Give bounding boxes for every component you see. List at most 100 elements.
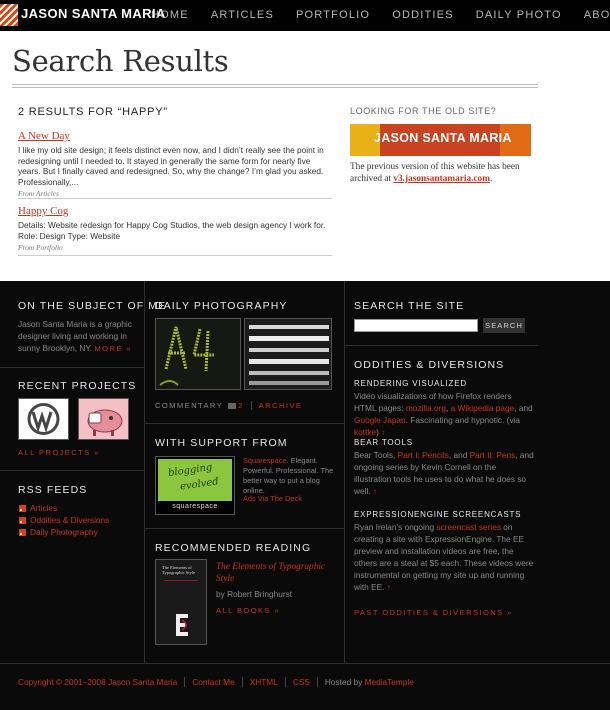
rss-item-articles[interactable]: Articles <box>19 502 109 514</box>
result-item: A New Day I like my old site design; it … <box>18 130 332 199</box>
xhtml-link[interactable]: XHTML <box>250 677 278 687</box>
nav-home[interactable]: HOME <box>151 0 189 31</box>
section-divider <box>0 367 144 368</box>
bottom-divider <box>0 663 610 664</box>
section-divider <box>0 470 144 471</box>
oddity-title: BEAR TOOLS <box>354 438 413 447</box>
rss-icon <box>19 504 26 512</box>
about-text: Jason Santa Maria is a graphic designer … <box>18 318 136 355</box>
result-item: Happy Cog Details: Website redesign for … <box>18 205 332 256</box>
old-site-link[interactable]: v3.jasonsantamaria.com <box>393 174 490 184</box>
all-projects-link[interactable]: ALL PROJECTS » <box>18 448 100 457</box>
section-divider <box>145 528 344 529</box>
chalk-numbers-photo <box>156 319 240 389</box>
nav-oddities[interactable]: ODDITIES <box>392 0 454 31</box>
hosted-label: Hosted by <box>324 677 363 687</box>
rss-icon <box>19 516 26 524</box>
project-thumb-pig[interactable] <box>78 398 129 440</box>
bottom-separator <box>316 677 318 687</box>
nav-portfolio[interactable]: PORTFOLIO <box>296 0 370 31</box>
site-search-input[interactable] <box>354 319 478 332</box>
copyright-name-link[interactable]: Jason Santa Maria <box>108 677 177 687</box>
old-site-text-after: . <box>489 174 493 184</box>
oddity-link-pens[interactable]: Part II: Pens <box>470 450 516 460</box>
section-divider <box>145 423 344 424</box>
copyright: Copyright © 2001–2008 <box>18 677 106 687</box>
rss-item-oddities[interactable]: Oddities & Diversions <box>19 514 109 526</box>
book-cover[interactable]: The Elements of Typographic Style <box>155 559 207 645</box>
bottom-separator <box>241 677 243 687</box>
book-cover-title: The Elements of Typographic Style <box>162 565 196 575</box>
nav-about[interactable]: ABOUT <box>584 0 610 31</box>
metal-bars-photo <box>245 319 331 389</box>
wordpress-logo-icon <box>19 399 68 439</box>
page-title: Search Results <box>12 44 229 78</box>
oddity-link-screencast[interactable]: screencast series <box>436 522 501 532</box>
about-more-link[interactable]: MORE » <box>94 344 132 353</box>
section-divider <box>345 345 538 346</box>
sponsor-link[interactable]: Squarespace <box>243 456 287 465</box>
oddity-link-google-japan[interactable]: Google Japan <box>354 415 406 425</box>
rss-list: Articles Oddities & Diversions Daily Pho… <box>19 502 109 538</box>
daily-photo-2[interactable] <box>244 318 332 390</box>
permalink-arrow-icon[interactable]: ↑ <box>381 427 385 437</box>
host-link[interactable]: MediaTemple <box>365 677 414 687</box>
permalink-arrow-icon[interactable]: ↑ <box>373 486 377 496</box>
search-heading: SEARCH THE SITE <box>354 300 465 312</box>
reading-heading: RECOMMENDED READING <box>155 542 312 554</box>
about-heading: ON THE SUBJECT OF ME <box>18 300 167 312</box>
oddity-text: Video visualizations of how Firefox rend… <box>354 390 534 438</box>
oddity-text-part: . Fascinating and hypnotic. (via <box>405 415 521 425</box>
result-excerpt: Details: Website redesign for Happy Cog … <box>18 220 326 241</box>
result-title-link[interactable]: A New Day <box>18 130 332 142</box>
old-site-banner-text: JASON SANTA MARIA <box>374 131 512 145</box>
search-results: 2 RESULTS FOR “HAPPY” A New Day I like m… <box>18 106 332 256</box>
oddities-heading: ODDITIES & DIVERSIONS <box>354 359 505 371</box>
old-site-heading: LOOKING FOR THE OLD SITE? <box>350 106 497 116</box>
oddity-text-part: Ryan Irelan’s ongoing <box>354 522 437 532</box>
pig-illustration-icon <box>79 399 128 439</box>
sponsor-thumb-text-2: evolved <box>179 476 220 493</box>
oddity-text-part: Bear Tools, <box>354 450 398 460</box>
nav-articles[interactable]: ARTICLES <box>211 0 274 31</box>
project-thumb-wordpress[interactable] <box>18 398 69 440</box>
result-title-link[interactable]: Happy Cog <box>18 205 332 217</box>
oddity-link-wikipedia[interactable]: a Wikipedia page <box>451 403 515 413</box>
support-heading: WITH SUPPORT FROM <box>155 437 288 449</box>
past-oddities-link[interactable]: PAST ODDITIES & DIVERSIONS » <box>354 608 513 617</box>
oddity-title: EXPRESSIONENGINE SCREENCASTS <box>354 510 522 519</box>
old-site-text: The previous version of this website has… <box>350 161 536 185</box>
css-link[interactable]: CSS <box>293 677 310 687</box>
sponsor-thumb[interactable]: blogging evolved squarespace <box>155 456 235 515</box>
daily-photo-1[interactable] <box>155 318 241 390</box>
archive-link[interactable]: ARCHIVE <box>259 401 303 410</box>
ads-via-deck-link[interactable]: Ads Via The Deck <box>243 494 302 503</box>
nav-daily-photo[interactable]: DAILY PHOTO <box>476 0 562 31</box>
oddity-text-part: on creating a site with ExpressionEngine… <box>354 522 534 592</box>
results-count-heading: 2 RESULTS FOR “HAPPY” <box>18 106 168 118</box>
recent-projects-heading: RECENT PROJECTS <box>18 380 137 392</box>
rss-icon <box>19 528 26 536</box>
bottom-separator <box>284 677 286 687</box>
oddity-link-pencils[interactable]: Part I: Pencils <box>398 450 449 460</box>
book-title-link[interactable]: The Elements of Typographic Style <box>216 561 336 585</box>
bottom-bar: Copyright © 2001–2008 Jason Santa Maria … <box>18 677 414 687</box>
sponsor-text: Squarespace. Elegant. Powerful. Professi… <box>243 456 335 496</box>
all-books-link[interactable]: ALL BOOKS » <box>216 606 280 615</box>
result-excerpt: I like my old site design; it feels dist… <box>18 145 324 187</box>
old-site-banner[interactable]: JASON SANTA MARIA <box>350 124 531 156</box>
oddity-title: RENDERING VISUALIZED <box>354 379 467 388</box>
main-nav: HOME ARTICLES PORTFOLIO ODDITIES DAILY P… <box>138 0 610 31</box>
search-button[interactable]: SEARCH <box>483 318 525 333</box>
result-source: From Articles <box>18 189 59 199</box>
permalink-arrow-icon[interactable]: ↑ <box>387 582 391 592</box>
contact-link[interactable]: Contact Me <box>192 677 234 687</box>
rss-item-photography[interactable]: Daily Photography <box>19 526 109 538</box>
rss-label: Oddities & Diversions <box>30 515 110 525</box>
comment-count-link[interactable]: 2 <box>238 401 244 410</box>
sponsor-thumb-logo: squarespace <box>172 503 218 510</box>
oddity-link-kottke[interactable]: kottke <box>354 427 376 437</box>
oddity-link-mozilla[interactable]: mozilla.org <box>406 403 446 413</box>
rss-label: Articles <box>30 503 58 513</box>
site-logo[interactable]: JASON SANTA MARIA <box>0 0 165 31</box>
